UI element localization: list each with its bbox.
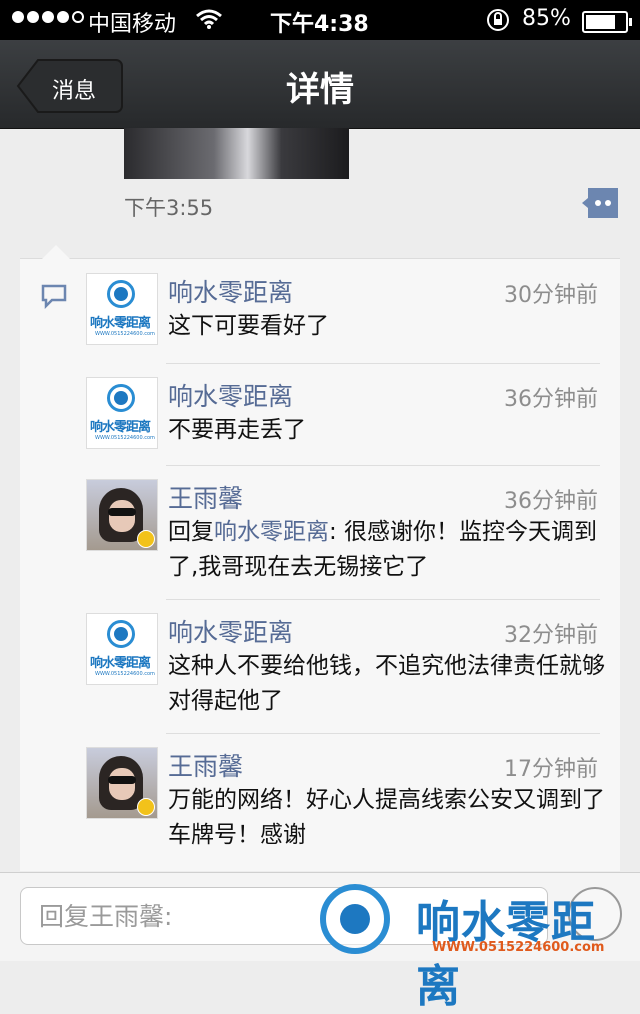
- comment-author[interactable]: 响水零距离: [168, 377, 293, 413]
- comment-action-button[interactable]: [580, 186, 620, 220]
- avatar-logo-text: 响水零距离: [90, 316, 151, 331]
- battery-icon: [582, 11, 632, 33]
- avatar-logo-text: 响水零距离: [90, 656, 151, 671]
- comment-author[interactable]: 王雨馨: [168, 479, 243, 515]
- comment-author[interactable]: 响水零距离: [168, 273, 293, 309]
- comments-panel: 响水零距离 WWW.0515224600.com 响水零距离 30分钟前 这下可…: [20, 245, 620, 871]
- signal-strength-icon: [12, 11, 84, 23]
- avatar[interactable]: 响水零距离 WWW.0515224600.com: [86, 613, 158, 685]
- page-title: 详情: [286, 70, 354, 110]
- comment-time: 36分钟前: [504, 387, 598, 412]
- verified-badge-icon: [137, 530, 155, 548]
- navigation-bar: 消息 详情: [0, 40, 640, 129]
- comment-text: 不要再走丢了: [168, 417, 306, 443]
- reply-prefix: 回复: [168, 519, 214, 545]
- comment-time: 30分钟前: [504, 283, 598, 308]
- avatar[interactable]: 响水零距离 WWW.0515224600.com: [86, 273, 158, 345]
- carrier-name: 中国移动: [88, 12, 177, 37]
- post-image[interactable]: [124, 128, 349, 179]
- comment-time: 32分钟前: [504, 623, 598, 648]
- watermark-logo: 响水零距离 WWW.0515224600.com: [310, 880, 640, 1012]
- comment-item[interactable]: 响水零距离 WWW.0515224600.com 响水零距离 32分钟前 这种人…: [86, 599, 620, 733]
- reply-to-link[interactable]: 响水零距离: [214, 519, 329, 545]
- avatar[interactable]: [86, 747, 158, 819]
- comment-author[interactable]: 王雨馨: [168, 747, 243, 783]
- status-bar: 中国移动 下午4:38 85%: [0, 0, 640, 40]
- comment-item[interactable]: 响水零距离 WWW.0515224600.com 响水零距离 30分钟前 这下可…: [86, 259, 620, 363]
- comment-text: 万能的网络！好心人提高线索公安又调到了车牌号！感谢: [168, 787, 605, 848]
- post-time: 下午3:55: [124, 196, 214, 220]
- comment-author[interactable]: 响水零距离: [168, 613, 293, 649]
- comment-icon: [41, 284, 67, 309]
- status-time: 下午4:38: [270, 12, 369, 37]
- avatar-logo-url: WWW.0515224600.com: [95, 331, 155, 337]
- comment-time: 17分钟前: [504, 757, 598, 782]
- avatar-logo-url: WWW.0515224600.com: [95, 671, 155, 677]
- verified-badge-icon: [137, 798, 155, 816]
- comment-item[interactable]: 响水零距离 WWW.0515224600.com 响水零距离 36分钟前 不要再…: [86, 363, 620, 465]
- watermark-url: WWW.0515224600.com: [432, 940, 605, 955]
- comment-item[interactable]: 王雨馨 17分钟前 万能的网络！好心人提高线索公安又调到了车牌号！感谢: [86, 733, 620, 871]
- comment-text: 这种人不要给他钱，不追究他法律责任就够对得起他了: [168, 653, 605, 714]
- orientation-lock-icon: [487, 9, 509, 31]
- avatar[interactable]: [86, 479, 158, 551]
- comment-item[interactable]: 王雨馨 36分钟前 回复响水零距离: 很感谢你！监控今天调到了,我哥现在去无锡接…: [86, 465, 620, 599]
- battery-fill: [586, 15, 615, 29]
- battery-percentage: 85%: [522, 6, 571, 31]
- avatar-logo-text: 响水零距离: [90, 420, 151, 435]
- avatar-logo-url: WWW.0515224600.com: [95, 435, 155, 441]
- comment-time: 36分钟前: [504, 489, 598, 514]
- comment-text: 回复响水零距离: 很感谢你！监控今天调到了,我哥现在去无锡接它了: [168, 515, 608, 585]
- wifi-icon: [196, 9, 222, 29]
- comment-text: 这下可要看好了: [168, 313, 329, 339]
- avatar[interactable]: 响水零距离 WWW.0515224600.com: [86, 377, 158, 449]
